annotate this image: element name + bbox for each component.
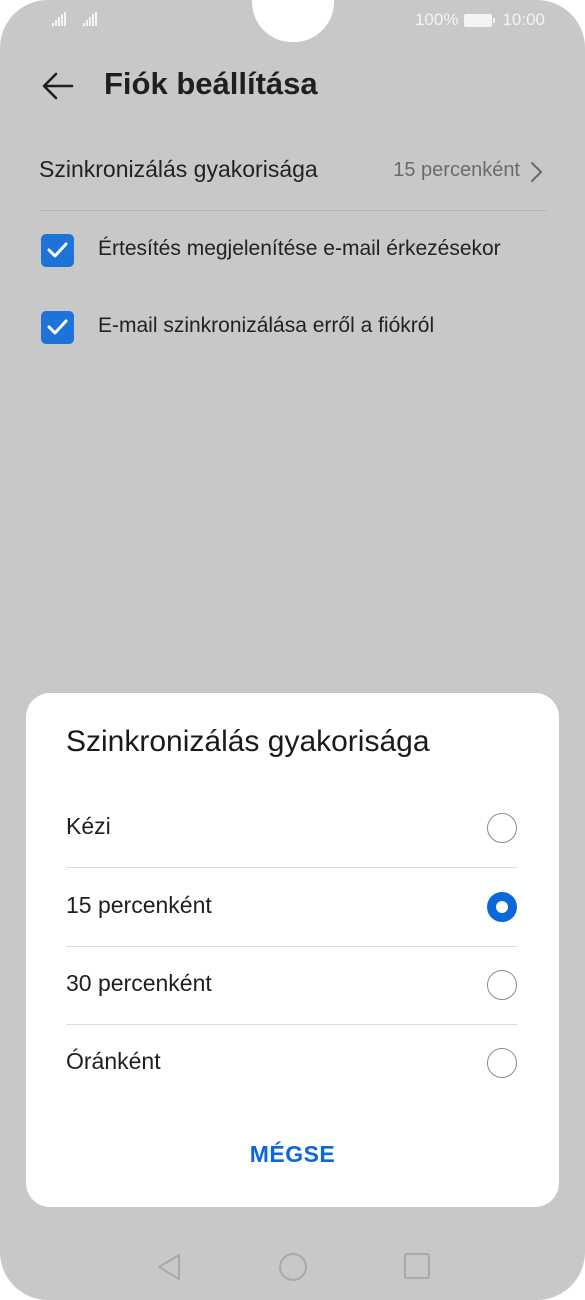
checkmark-icon [47,242,68,258]
phone-screen: 100% 10:00 Fiók beállítása Szinkronizálá… [0,0,585,1300]
clock: 10:00 [502,10,545,29]
option-label: Kézi [66,813,111,839]
sync-account-label: E-mail szinkronizálása erről a fiókról [98,314,435,337]
cancel-button[interactable]: MÉGSE [26,1141,559,1168]
square-recents-icon[interactable] [403,1252,431,1280]
circle-home-icon[interactable] [278,1252,308,1282]
signal-icon [83,12,97,26]
sync-frequency-setting[interactable]: Szinkronizálás gyakorisága 15 percenként [39,148,546,211]
dialog-title: Szinkronizálás gyakorisága [66,725,430,758]
option-15-minutes[interactable]: 15 percenként [66,868,517,947]
option-label: Óránként [66,1048,161,1074]
chevron-right-icon [531,162,542,182]
option-label: 30 percenként [66,970,212,996]
battery-percent: 100% [414,10,459,29]
notify-checkbox[interactable] [41,234,74,267]
status-bar: 100% 10:00 [0,8,585,34]
option-hourly[interactable]: Óránként [66,1024,517,1102]
page-title: Fiók beállítása [104,66,318,101]
sync-account-checkbox-row[interactable]: E-mail szinkronizálása erről a fiókról [41,311,561,345]
sync-account-checkbox[interactable] [41,311,74,344]
notify-on-email-checkbox-row[interactable]: Értesítés megjelenítése e-mail érkezések… [41,234,561,268]
checkmark-icon [47,319,68,335]
radio-button[interactable] [487,1048,517,1078]
battery-icon [464,13,496,27]
radio-button[interactable] [487,970,517,1000]
option-30-minutes[interactable]: 30 percenként [66,946,517,1025]
arrow-left-icon[interactable] [40,68,76,104]
sync-frequency-value: 15 percenként [393,159,520,181]
triangle-back-icon[interactable] [156,1252,182,1282]
sync-frequency-label: Szinkronizálás gyakorisága [39,156,318,182]
signal-icon [52,12,66,26]
radio-button[interactable] [487,813,517,843]
option-label: 15 percenként [66,892,212,918]
option-manual[interactable]: Kézi [66,789,517,868]
sync-frequency-dialog: Szinkronizálás gyakorisága Kézi 15 perce… [26,693,559,1207]
notify-label: Értesítés megjelenítése e-mail érkezések… [98,237,501,260]
radio-button-selected[interactable] [487,892,517,922]
